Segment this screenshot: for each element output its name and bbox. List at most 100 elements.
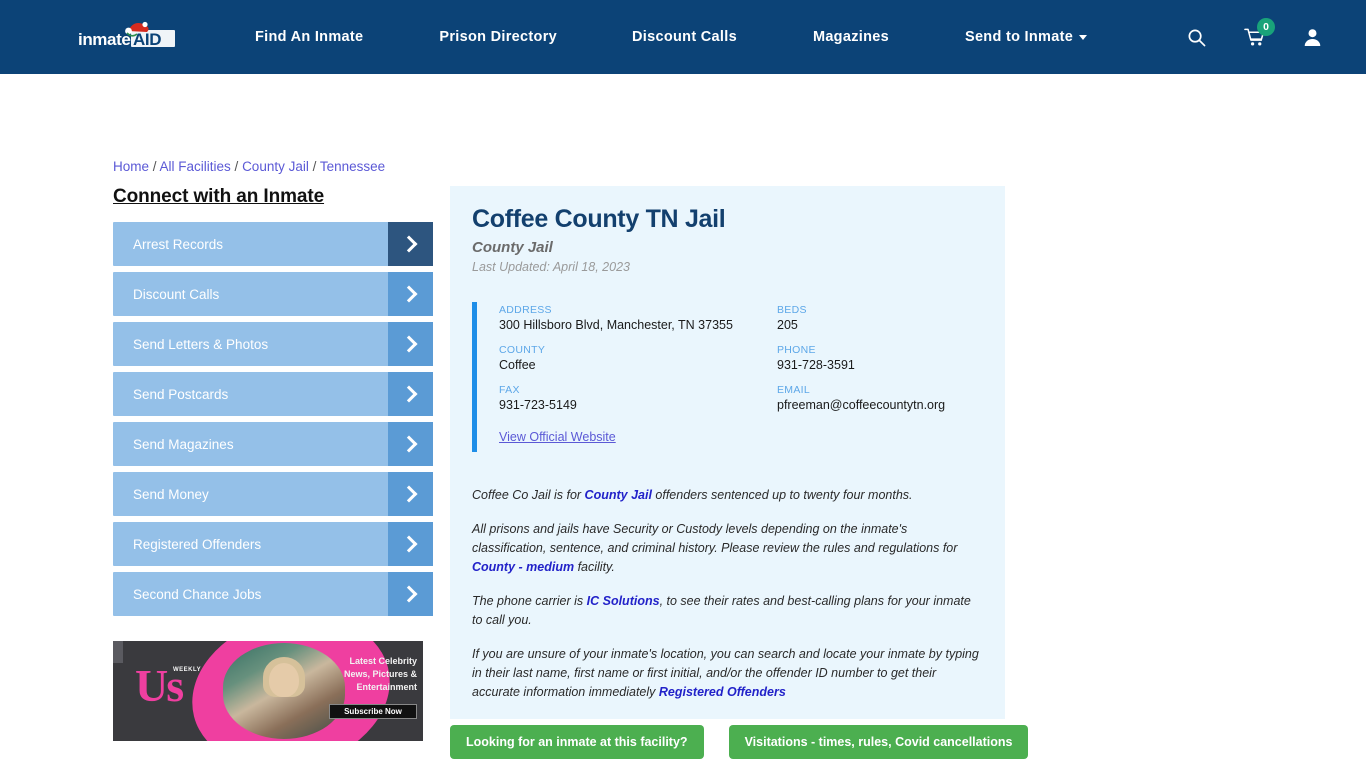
chevron-right-icon	[388, 522, 433, 566]
svg-text:AID: AID	[133, 30, 161, 49]
detail-beds: BEDS 205	[777, 304, 983, 332]
sidebar-item-send-magazines[interactable]: Send Magazines	[113, 422, 433, 466]
view-official-website-link[interactable]: View Official Website	[499, 430, 616, 444]
desc-text: facility.	[574, 560, 615, 575]
nav-label: Find An Inmate	[255, 29, 364, 45]
facility-last-updated: Last Updated: April 18, 2023	[472, 260, 630, 275]
description-paragraph-2: All prisons and jails have Security or C…	[472, 520, 983, 578]
breadcrumb-separator: /	[230, 159, 243, 174]
detail-county: COUNTY Coffee	[499, 344, 777, 372]
detail-value: 300 Hillsboro Blvd, Manchester, TN 37355	[499, 318, 733, 333]
desc-text: The phone carrier is	[472, 593, 587, 608]
chevron-right-icon	[388, 272, 433, 316]
link-county-medium[interactable]: County - medium	[472, 560, 574, 574]
nav-item-send-to-inmate[interactable]: Send to Inmate	[964, 23, 1088, 51]
sidebar-item-discount-calls[interactable]: Discount Calls	[113, 272, 433, 316]
detail-label: COUNTY	[499, 344, 546, 357]
facility-action-buttons: Looking for an inmate at this facility? …	[450, 725, 1029, 759]
sidebar-item-send-letters-photos[interactable]: Send Letters & Photos	[113, 322, 433, 366]
link-ic-solutions[interactable]: IC Solutions	[587, 594, 660, 608]
description-paragraph-3: The phone carrier is IC Solutions, to se…	[472, 592, 983, 631]
cart-count-badge: 0	[1257, 18, 1275, 36]
sidebar-item-label: Send Letters & Photos	[133, 336, 269, 352]
nav-item-prison-directory[interactable]: Prison Directory	[439, 23, 557, 51]
facility-description: Coffee Co Jail is for County Jail offend…	[472, 486, 983, 702]
nav-label: Prison Directory	[439, 29, 558, 45]
cart-icon[interactable]: 0	[1244, 18, 1275, 47]
breadcrumb: Home / All Facilities / County Jail / Te…	[113, 159, 385, 174]
nav-label: Send to Inmate	[964, 29, 1074, 45]
chevron-right-icon	[388, 422, 433, 466]
ad-subscribe-button[interactable]: Subscribe Now	[329, 704, 417, 719]
desc-text: All prisons and jails have Security or C…	[472, 521, 958, 555]
facility-info-card: Coffee County TN Jail County Jail Last U…	[450, 186, 1005, 719]
logo-icon: inmate AID	[78, 21, 175, 49]
nav-item-magazines[interactable]: Magazines	[813, 23, 889, 51]
chevron-right-icon	[388, 472, 433, 516]
detail-value: 205	[777, 318, 798, 333]
detail-fax: FAX 931-723-5149	[499, 384, 777, 412]
sidebar-item-send-money[interactable]: Send Money	[113, 472, 433, 516]
sidebar-item-label: Send Postcards	[133, 386, 229, 402]
detail-address: ADDRESS 300 Hillsboro Blvd, Manchester, …	[499, 304, 777, 332]
breadcrumb-separator: /	[308, 159, 320, 174]
description-paragraph-4: If you are unsure of your inmate's locat…	[472, 645, 983, 703]
search-icon[interactable]	[1187, 28, 1206, 47]
sidebar-advertisement[interactable]: Us WEEKLY Latest Celebrity News, Picture…	[113, 641, 423, 741]
nav-item-find-an-inmate[interactable]: Find An Inmate	[255, 23, 363, 51]
detail-phone: PHONE 931-728-3591	[777, 344, 983, 372]
page-title: Coffee County TN Jail	[472, 205, 726, 233]
detail-value: Coffee	[499, 358, 536, 373]
detail-label: PHONE	[777, 344, 816, 357]
sidebar-item-label: Second Chance Jobs	[133, 586, 262, 602]
nav-item-discount-calls[interactable]: Discount Calls	[632, 23, 737, 51]
breadcrumb-item-tennessee[interactable]: Tennessee	[320, 159, 385, 174]
breadcrumb-item-home[interactable]: Home	[113, 159, 149, 174]
detail-value: 931-728-3591	[777, 358, 855, 373]
ad-corner-strip	[113, 641, 123, 663]
detail-label: FAX	[499, 384, 520, 397]
link-registered-offenders[interactable]: Registered Offenders	[659, 685, 786, 699]
visitation-info-button[interactable]: Visitations - times, rules, Covid cancel…	[728, 725, 1029, 759]
ad-brand-sublabel: WEEKLY	[173, 667, 202, 673]
chevron-right-icon	[388, 222, 433, 266]
chevron-right-icon	[388, 372, 433, 416]
sidebar-item-label: Send Magazines	[133, 436, 234, 452]
breadcrumb-item-all-facilities[interactable]: All Facilities	[160, 159, 231, 174]
ad-photo-head	[269, 663, 299, 697]
sidebar-item-registered-offenders[interactable]: Registered Offenders	[113, 522, 433, 566]
description-paragraph-1: Coffee Co Jail is for County Jail offend…	[472, 486, 983, 505]
link-county-jail[interactable]: County Jail	[585, 488, 652, 502]
inmate-search-button[interactable]: Looking for an inmate at this facility?	[450, 725, 704, 759]
facility-main-content: Coffee County TN Jail County Jail Last U…	[450, 186, 1005, 719]
facility-details-grid: ADDRESS 300 Hillsboro Blvd, Manchester, …	[499, 304, 983, 412]
desc-text: offenders sentenced up to twenty four mo…	[651, 488, 913, 503]
sidebar-item-arrest-records[interactable]: Arrest Records	[113, 222, 433, 266]
sidebar: Connect with an Inmate Arrest Records Di…	[113, 186, 433, 622]
search-glyph	[1188, 29, 1206, 46]
detail-value: pfreeman@coffeecountytn.org	[777, 398, 946, 413]
sidebar-item-label: Registered Offenders	[133, 536, 262, 552]
user-account-icon[interactable]	[1303, 27, 1322, 47]
breadcrumb-item-county-jail[interactable]: County Jail	[242, 159, 309, 174]
detail-label: ADDRESS	[499, 304, 552, 317]
nav-label: Magazines	[812, 29, 889, 45]
sidebar-item-label: Arrest Records	[133, 236, 224, 252]
detail-label: BEDS	[777, 304, 807, 317]
user-glyph	[1304, 29, 1321, 47]
main-navigation: Find An Inmate Prison Directory Discount…	[255, 0, 1088, 74]
header-icon-group: 0	[1187, 0, 1322, 74]
facility-details-block: ADDRESS 300 Hillsboro Blvd, Manchester, …	[472, 302, 983, 453]
detail-value: 931-723-5149	[499, 398, 577, 413]
svg-text:inmate: inmate	[78, 30, 130, 49]
nav-label: Discount Calls	[632, 29, 737, 45]
sidebar-item-label: Discount Calls	[133, 286, 220, 302]
breadcrumb-separator: /	[149, 159, 160, 174]
sidebar-item-second-chance-jobs[interactable]: Second Chance Jobs	[113, 572, 433, 616]
chevron-right-icon	[388, 572, 433, 616]
detail-email: EMAIL pfreeman@coffeecountytn.org	[777, 384, 983, 412]
sidebar-item-send-postcards[interactable]: Send Postcards	[113, 372, 433, 416]
desc-text: Coffee Co Jail is for	[472, 488, 585, 503]
inmateaid-logo[interactable]: inmate AID	[78, 19, 182, 55]
site-header: inmate AID Find An Inmate Prison Directo…	[0, 0, 1366, 74]
